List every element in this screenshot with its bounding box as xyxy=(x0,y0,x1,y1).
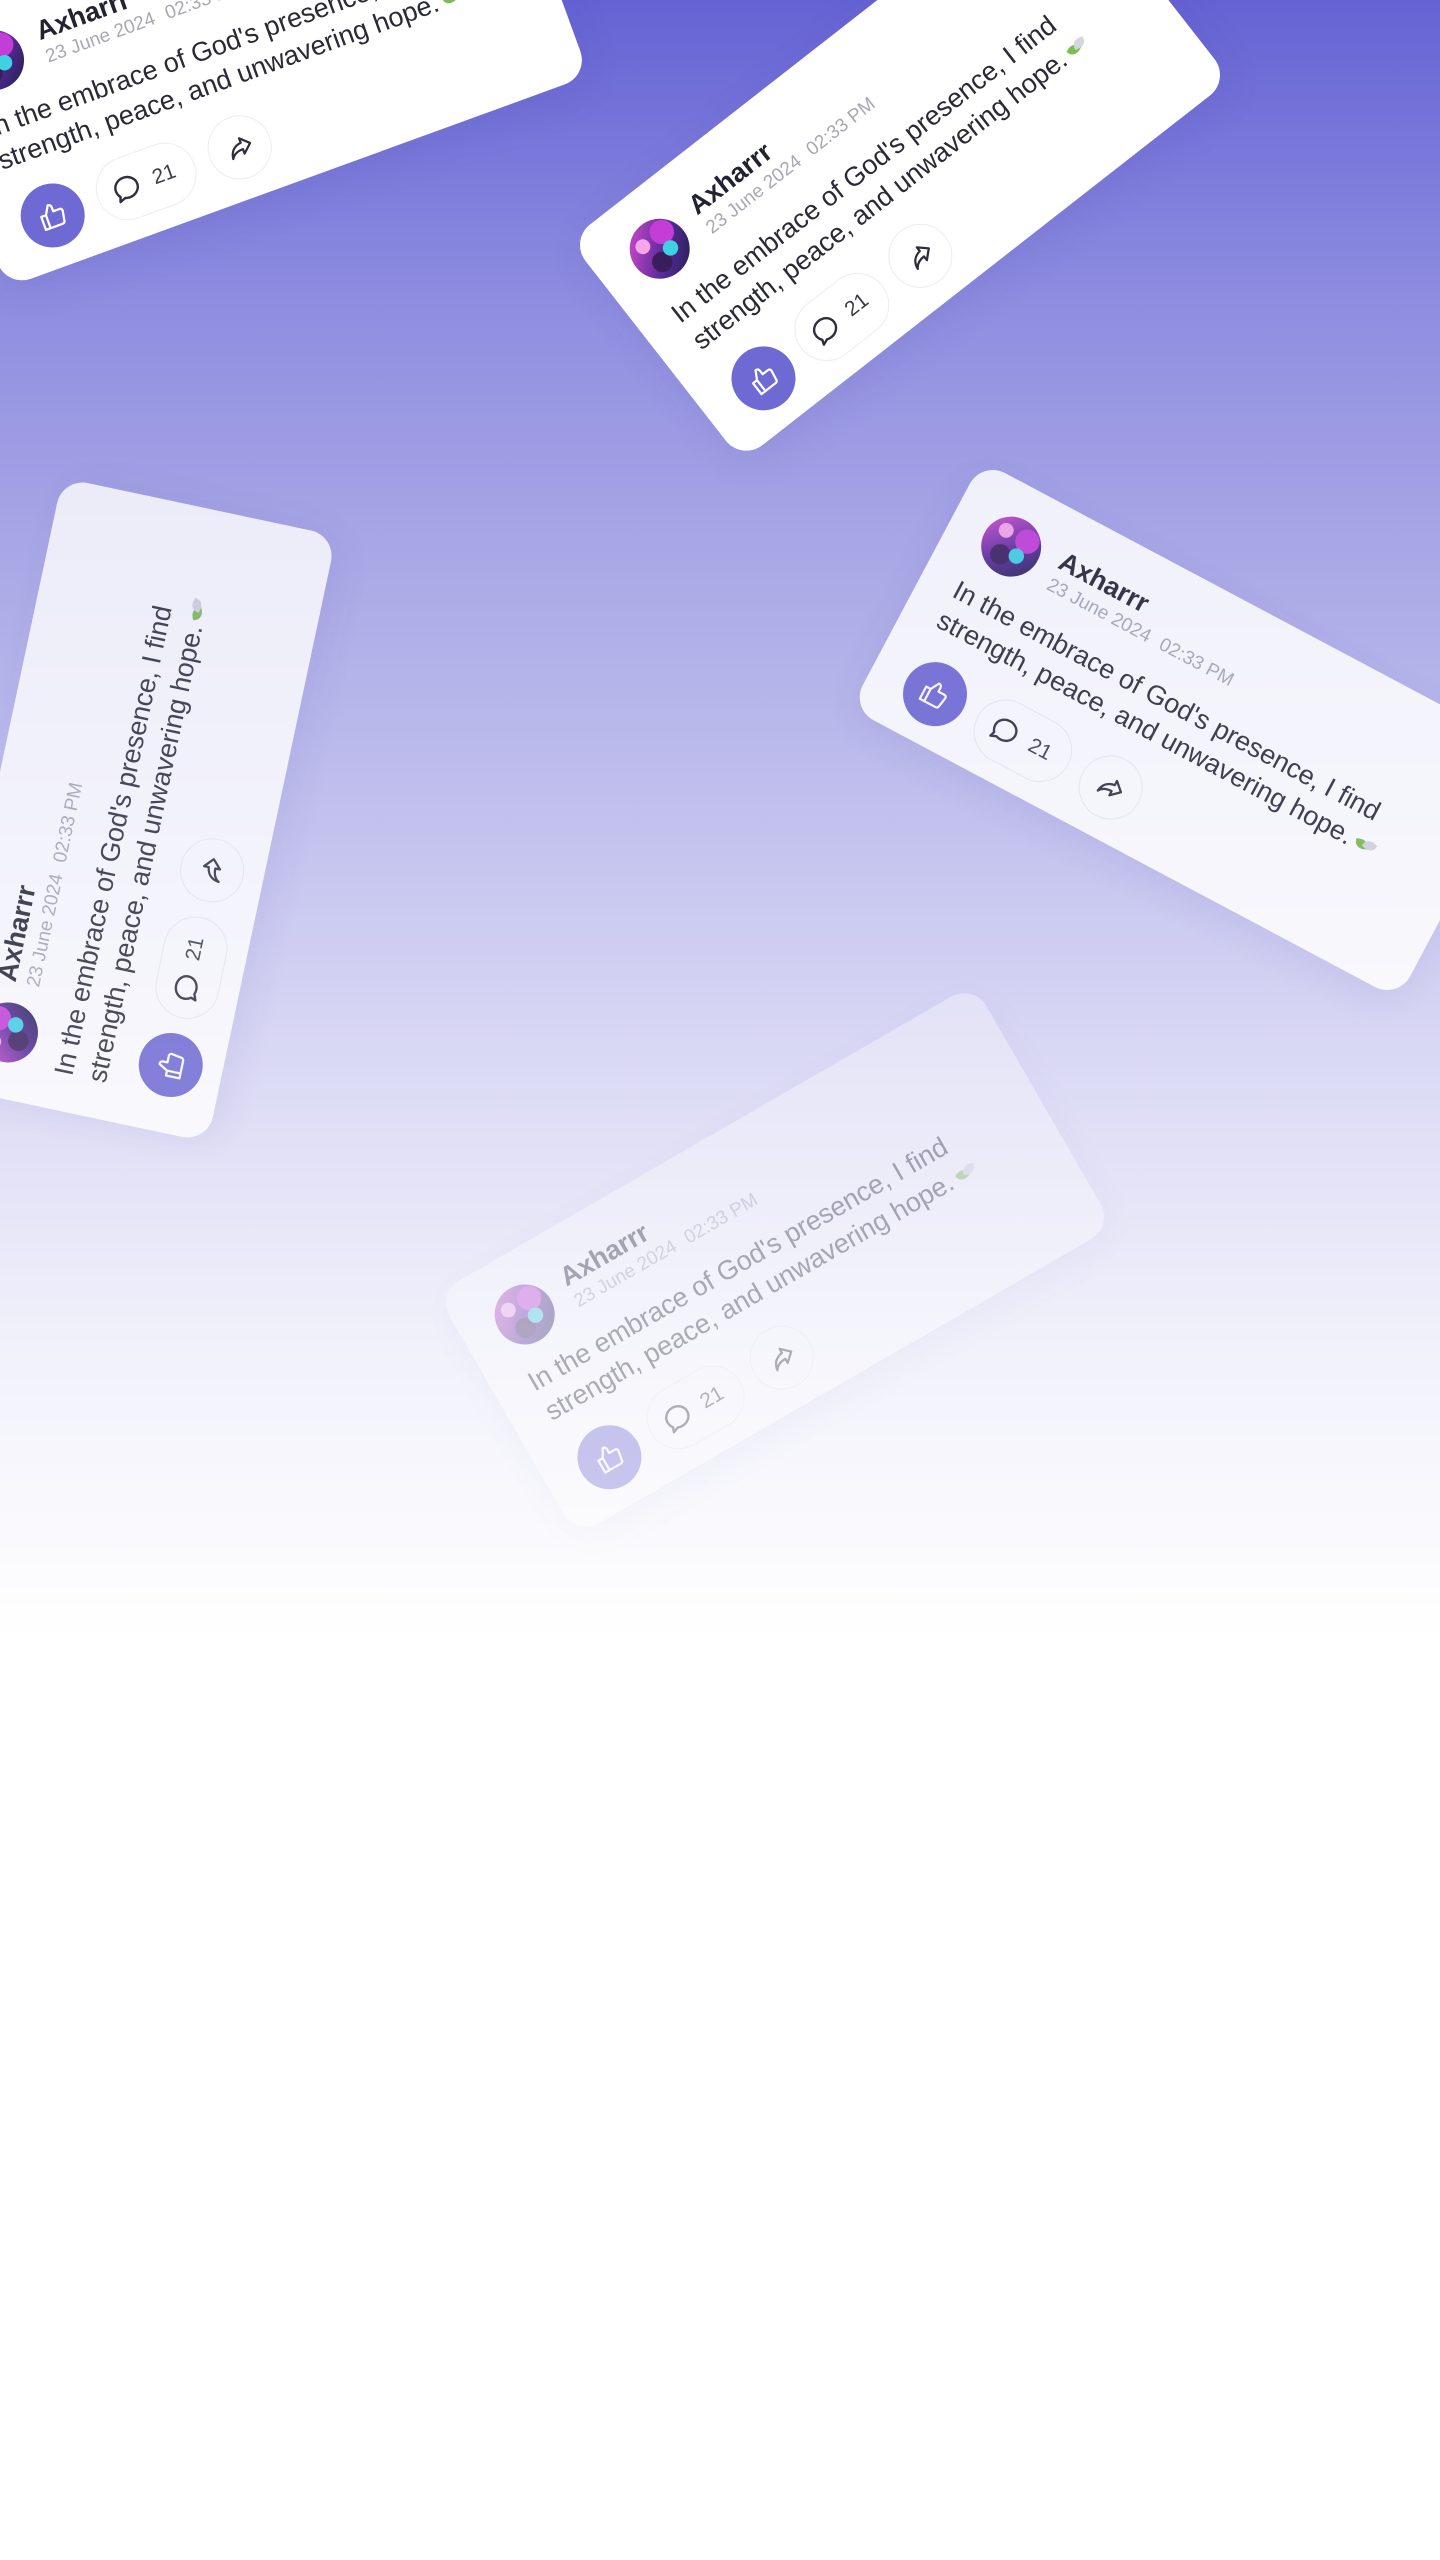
share-button[interactable] xyxy=(174,832,251,908)
leaf-dove-icon xyxy=(441,0,465,9)
avatar[interactable] xyxy=(0,996,44,1069)
leaf-dove-icon xyxy=(189,599,209,622)
share-arrow-icon xyxy=(1091,767,1132,808)
like-button[interactable] xyxy=(565,1413,654,1501)
post-time: 02:33 PM xyxy=(162,0,246,24)
speech-bubble-icon xyxy=(168,969,206,1007)
comment-button[interactable]: 21 xyxy=(149,910,234,1025)
page-background xyxy=(0,1640,1440,2560)
comment-count: 21 xyxy=(1024,733,1056,765)
comment-count: 21 xyxy=(840,288,873,322)
speech-bubble-icon xyxy=(656,1396,700,1440)
comment-count: 21 xyxy=(696,1381,728,1414)
share-button[interactable] xyxy=(738,1313,826,1402)
avatar[interactable] xyxy=(617,206,702,291)
like-button[interactable] xyxy=(11,174,94,257)
speech-bubble-icon xyxy=(983,710,1026,753)
like-button[interactable] xyxy=(891,650,979,738)
like-button[interactable] xyxy=(132,1027,209,1103)
share-arrow-icon xyxy=(762,1337,803,1378)
leaf-dove-icon xyxy=(1352,835,1377,859)
speech-bubble-icon xyxy=(106,168,147,209)
share-button[interactable] xyxy=(875,210,966,301)
thumbs-up-icon xyxy=(742,357,784,399)
share-arrow-icon xyxy=(221,128,259,166)
share-button[interactable] xyxy=(1067,744,1155,831)
share-arrow-icon xyxy=(900,235,942,277)
like-button[interactable] xyxy=(718,333,809,424)
avatar[interactable] xyxy=(483,1273,566,1356)
comment-count: 21 xyxy=(181,935,209,963)
leaf-dove-icon xyxy=(954,1162,979,1186)
speech-bubble-icon xyxy=(803,307,848,352)
comment-button[interactable]: 21 xyxy=(86,133,206,230)
thumbs-up-icon xyxy=(153,1047,189,1083)
thumbs-up-icon xyxy=(589,1437,630,1478)
thumbs-up-icon xyxy=(915,674,956,715)
comment-count: 21 xyxy=(149,159,179,190)
thumbs-up-icon xyxy=(33,196,71,234)
avatar[interactable] xyxy=(0,21,33,99)
share-button[interactable] xyxy=(199,106,282,189)
leaf-dove-icon xyxy=(1065,35,1091,60)
avatar[interactable] xyxy=(970,506,1052,588)
share-arrow-icon xyxy=(194,852,230,888)
